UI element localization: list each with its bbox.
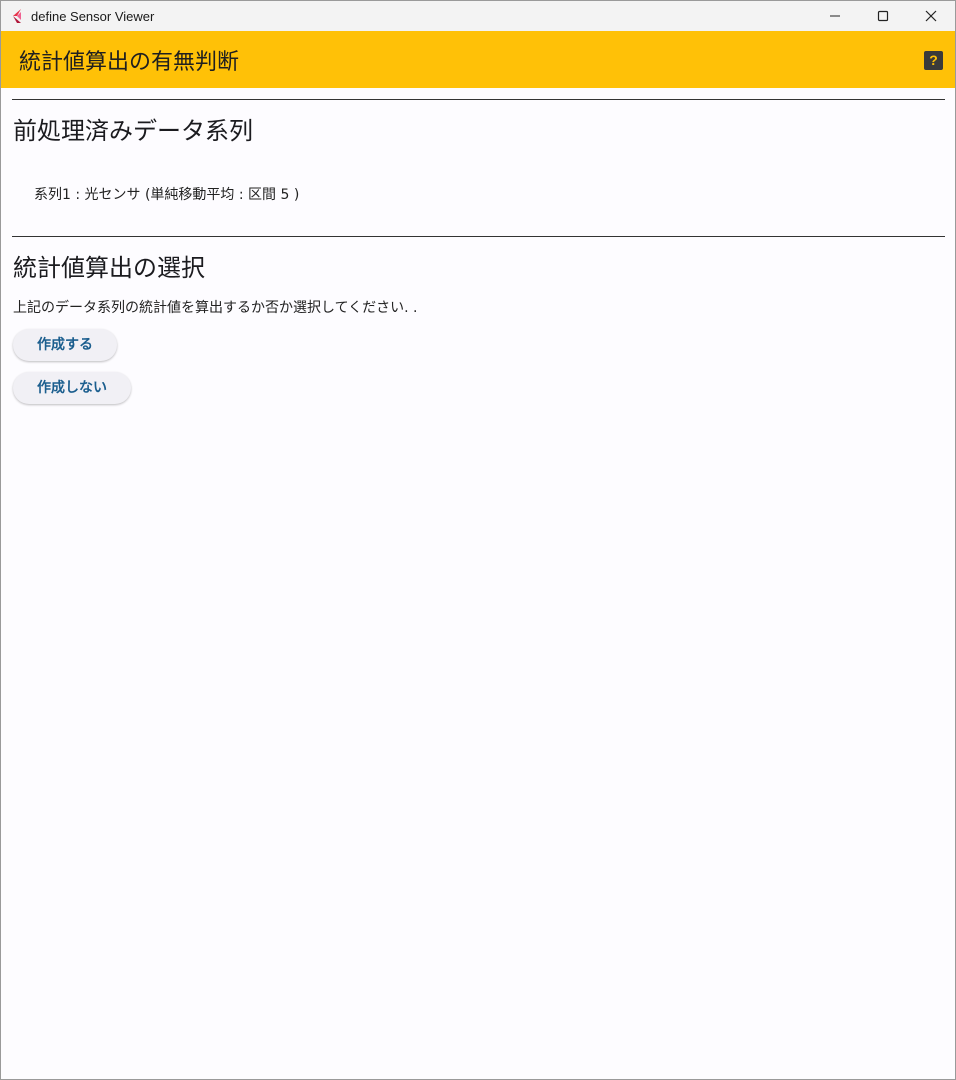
flutter-app-icon [13, 9, 21, 23]
maximize-icon [877, 10, 889, 22]
app-bar: 統計値算出の有無判断 ? [1, 31, 955, 88]
title-bar[interactable]: define Sensor Viewer [1, 1, 955, 31]
section-divider [12, 99, 945, 100]
main-content: 前処理済みデータ系列 系列1 : 光センサ (単純移動平均 : 区間 5 ) 統… [1, 88, 955, 404]
create-button[interactable]: 作成する [13, 329, 117, 361]
selection-description: 上記のデータ系列の統計値を算出するか否か選択してください. . [13, 300, 418, 316]
minimize-icon [830, 15, 840, 17]
selection-section-title: 統計値算出の選択 [13, 254, 205, 282]
minimize-button[interactable] [811, 1, 859, 31]
not-create-button[interactable]: 作成しない [13, 372, 131, 404]
page-title: 統計値算出の有無判断 [19, 49, 240, 75]
series-item: 系列1 : 光センサ (単純移動平均 : 区間 5 ) [34, 187, 300, 203]
maximize-button[interactable] [859, 1, 907, 31]
close-button[interactable] [907, 1, 955, 31]
help-icon[interactable]: ? [924, 51, 943, 70]
section-divider [12, 236, 945, 237]
close-icon [925, 10, 937, 22]
preprocessed-section-title: 前処理済みデータ系列 [13, 117, 253, 145]
app-window: define Sensor Viewer 統計値算出の有無判断 ? 前処理済みデ… [0, 0, 956, 1080]
window-controls [811, 1, 955, 31]
window-title: define Sensor Viewer [31, 8, 155, 24]
